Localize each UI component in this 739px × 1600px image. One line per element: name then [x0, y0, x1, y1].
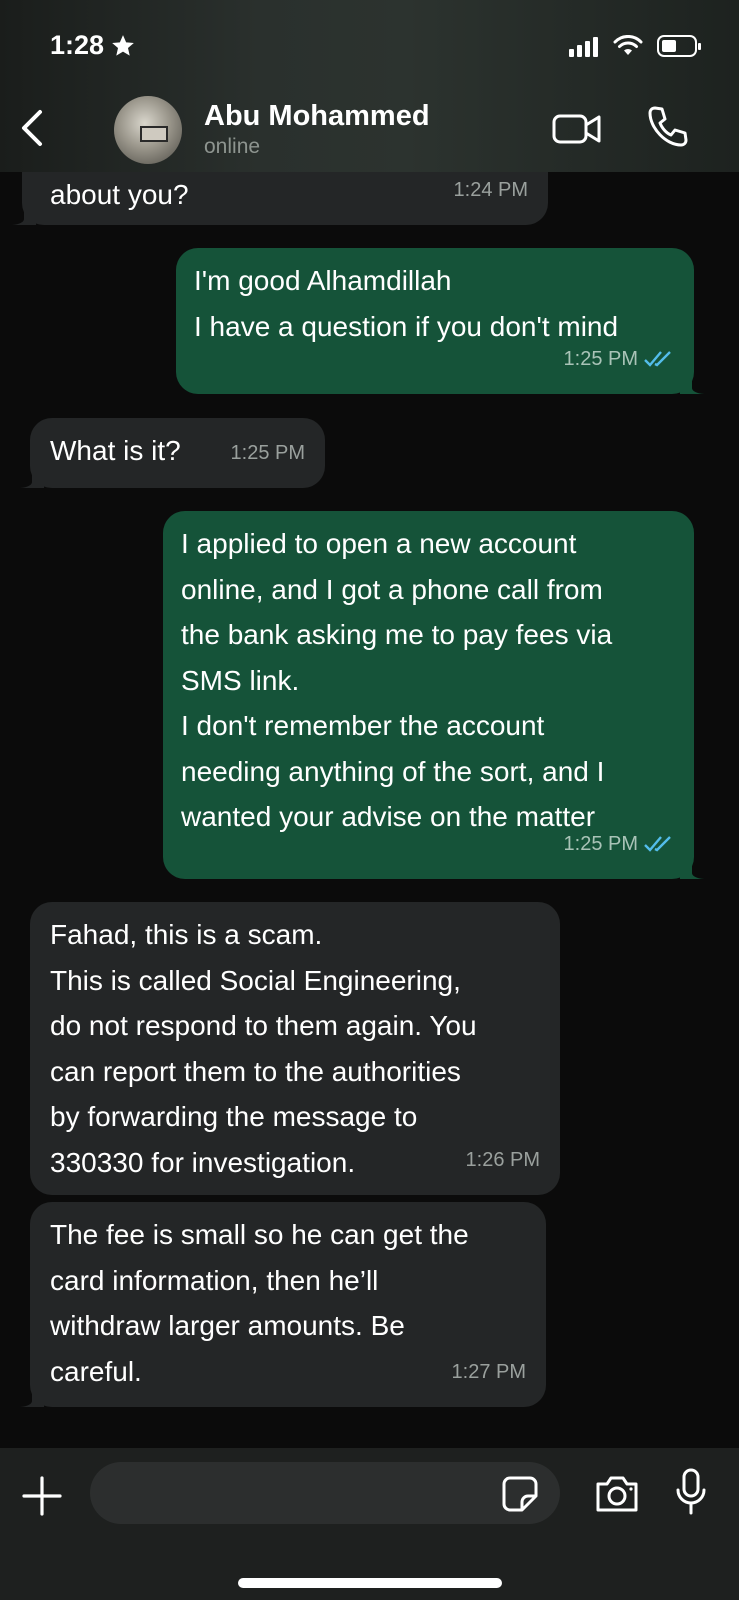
double-check-icon: [644, 351, 671, 368]
contact-name[interactable]: Abu Mohammed: [204, 100, 430, 133]
status-icons: [569, 34, 703, 58]
avatar[interactable]: [114, 96, 182, 164]
bubble-tail: [680, 372, 706, 394]
battery-icon: [657, 35, 701, 57]
message-time: 1:25 PM: [230, 441, 305, 464]
bubble-tail: [10, 203, 36, 225]
contact-status: online: [204, 135, 261, 158]
bubble-tail: [18, 466, 44, 488]
message-meta: 1:24 PM: [454, 168, 528, 214]
bubble-tail: [18, 1385, 44, 1407]
wifi-icon: [613, 35, 643, 55]
message-incoming[interactable]: The fee is small so he can get the card …: [18, 1202, 546, 1407]
status-bar-time: 1:28: [50, 30, 136, 61]
message-text: I applied to open a new account online, …: [181, 528, 613, 832]
message-incoming[interactable]: What is it? 1:25 PM: [18, 418, 325, 488]
double-check-icon: [644, 836, 671, 853]
message-time: 1:25 PM: [563, 832, 638, 855]
home-indicator[interactable]: [238, 1578, 502, 1588]
phone-icon[interactable]: [646, 104, 690, 150]
message-input[interactable]: [90, 1462, 560, 1524]
message-outgoing[interactable]: I'm good Alhamdillah I have a question i…: [176, 248, 706, 394]
cellular-signal-icon: [569, 37, 598, 57]
microphone-icon[interactable]: [676, 1468, 706, 1516]
message-time: 1:25 PM: [563, 347, 638, 370]
message-meta: 1:27 PM: [452, 1350, 526, 1396]
sticker-icon[interactable]: [502, 1476, 538, 1512]
star-icon: [112, 34, 134, 56]
message-meta: 1:25 PM: [564, 337, 674, 383]
message-time: 1:24 PM: [453, 178, 528, 201]
video-camera-icon[interactable]: [552, 108, 602, 150]
clock-text: 1:28: [50, 30, 105, 60]
message-time: 1:27 PM: [451, 1360, 526, 1383]
message-meta: 1:25 PM: [564, 822, 674, 868]
message-meta: 1:25 PM: [231, 431, 305, 477]
message-incoming[interactable]: Fahad, this is a scam. This is called So…: [30, 902, 560, 1195]
camera-icon[interactable]: [594, 1474, 640, 1514]
message-text: I'm good Alhamdillah I have a question i…: [194, 265, 619, 342]
message-meta: 1:26 PM: [466, 1138, 540, 1184]
message-outgoing[interactable]: I applied to open a new account online, …: [163, 511, 706, 879]
chevron-left-icon[interactable]: [16, 106, 50, 150]
message-composer: [0, 1448, 739, 1600]
bubble-tail: [680, 857, 706, 879]
chat-header: 1:28 Abu Mohammed online: [0, 0, 739, 172]
message-time: 1:26 PM: [465, 1148, 540, 1171]
plus-icon[interactable]: [22, 1476, 62, 1516]
